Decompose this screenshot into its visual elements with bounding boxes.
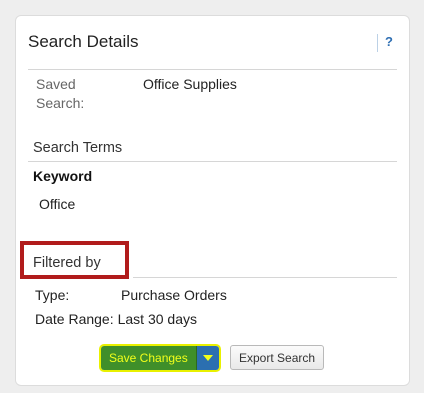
date-range-value: Last 30 days [117, 311, 197, 327]
caret-down-icon [202, 355, 213, 361]
save-options-dropdown-button[interactable] [196, 346, 219, 370]
panel-header: Search Details ? [16, 16, 409, 70]
filtered-by-divider [133, 277, 397, 278]
type-label: Type: [35, 287, 70, 303]
search-details-panel: Search Details ? Saved Search: Office Su… [15, 15, 410, 386]
saved-search-label: Saved Search: [36, 76, 85, 111]
type-row: Type: Purchase Orders [35, 287, 227, 303]
save-changes-button[interactable]: Save Changes [101, 346, 197, 370]
save-button-group: Save Changes [101, 346, 219, 370]
export-search-button[interactable]: Export Search [230, 345, 325, 370]
keyword-value: Office [39, 196, 76, 212]
help-separator [377, 34, 378, 52]
saved-search-value: Office Supplies [143, 76, 237, 92]
panel-title: Search Details [28, 32, 139, 51]
filtered-by-highlight-box [20, 241, 129, 279]
search-terms-title: Search Terms [33, 140, 123, 156]
keyword-label: Keyword [33, 168, 93, 184]
type-value: Purchase Orders [121, 287, 227, 303]
search-terms-divider [28, 161, 397, 162]
help-link[interactable]: ? [385, 34, 393, 49]
date-range-row: Date Range: Last 30 days [35, 311, 197, 327]
header-divider [28, 69, 397, 70]
date-range-label: Date Range: [35, 311, 114, 327]
